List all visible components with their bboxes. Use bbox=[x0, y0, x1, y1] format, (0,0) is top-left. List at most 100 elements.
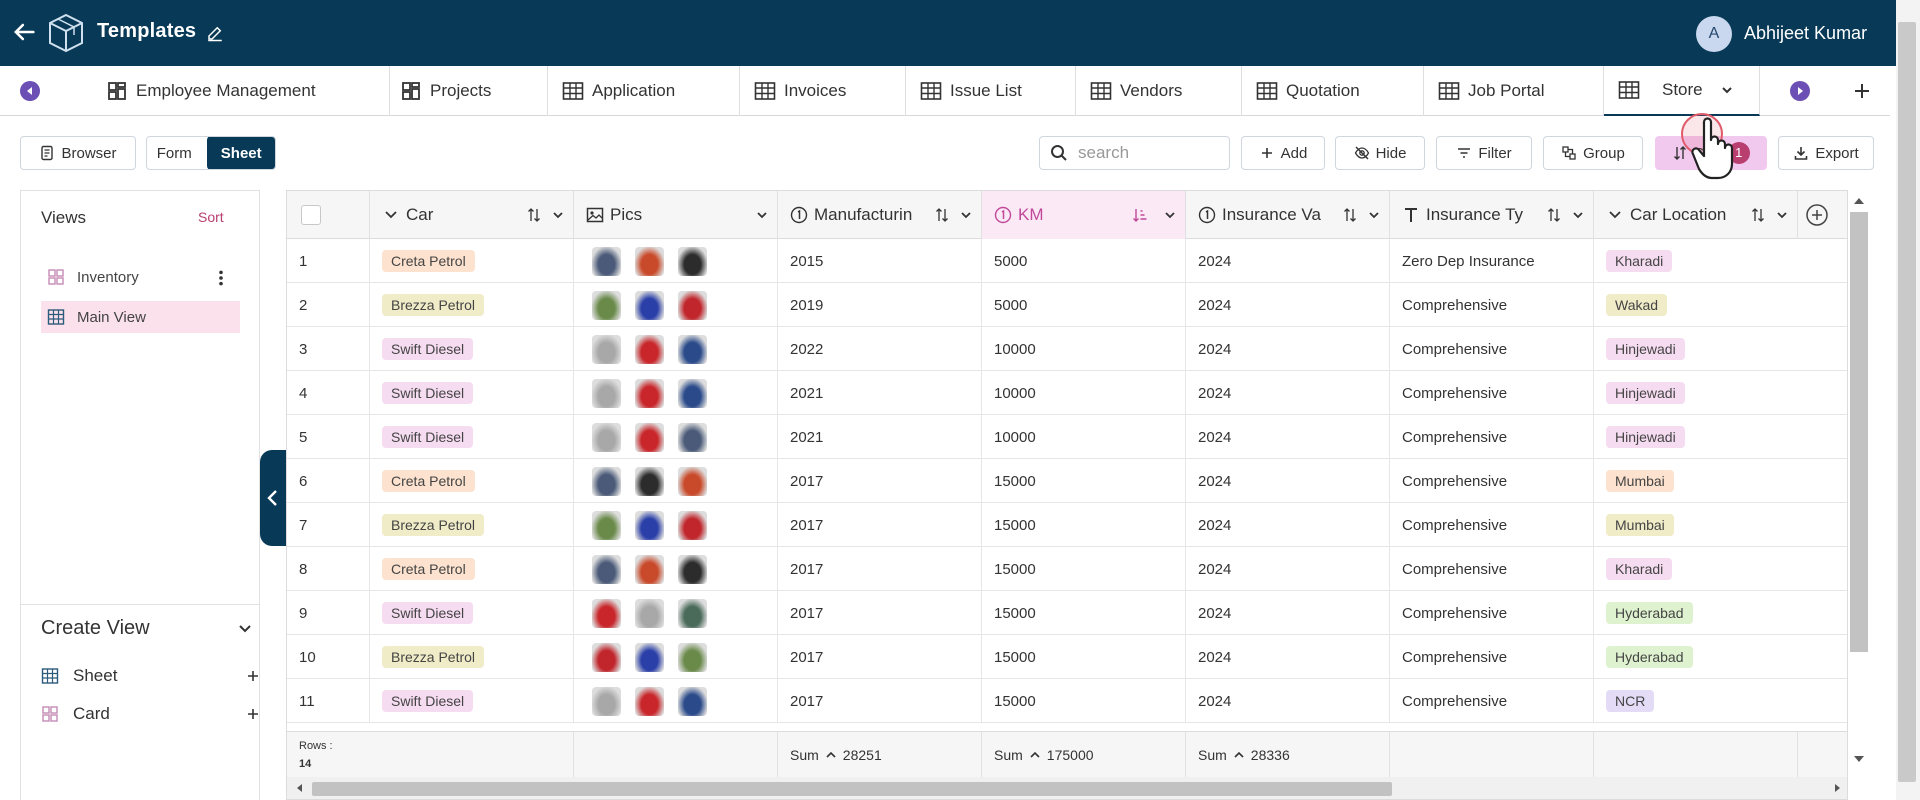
manufacturing-cell[interactable]: 2017 bbox=[778, 503, 982, 547]
tab-projects[interactable]: Projects bbox=[390, 66, 548, 116]
tab-employee-management[interactable]: Employee Management bbox=[96, 66, 390, 116]
km-cell[interactable]: 10000 bbox=[982, 371, 1186, 415]
vertical-scroll-thumb[interactable] bbox=[1850, 212, 1868, 652]
car-cell[interactable]: Creta Petrol bbox=[370, 459, 574, 503]
car-thumbnail[interactable] bbox=[635, 246, 664, 276]
pics-cell[interactable] bbox=[574, 547, 778, 591]
car-thumbnail[interactable] bbox=[678, 290, 707, 320]
tab-vendors[interactable]: Vendors bbox=[1076, 66, 1242, 116]
km-cell[interactable]: 15000 bbox=[982, 459, 1186, 503]
footer-mfg-sum[interactable]: Sum 28251 bbox=[778, 732, 982, 778]
km-cell[interactable]: 15000 bbox=[982, 679, 1186, 723]
insurance-type-cell[interactable]: Comprehensive bbox=[1390, 371, 1594, 415]
chevron-down-icon[interactable] bbox=[1776, 209, 1788, 221]
insurance-type-cell[interactable]: Comprehensive bbox=[1390, 679, 1594, 723]
arrow-right-icon[interactable] bbox=[1832, 783, 1842, 793]
column-header-insurance-type[interactable]: Insurance Ty bbox=[1390, 191, 1594, 239]
car-thumbnail[interactable] bbox=[678, 510, 707, 540]
car-location-cell[interactable]: Kharadi bbox=[1594, 547, 1847, 591]
pics-cell[interactable] bbox=[574, 635, 778, 679]
arrow-left-icon[interactable] bbox=[295, 783, 305, 793]
export-button[interactable]: Export bbox=[1778, 136, 1874, 170]
car-thumbnail[interactable] bbox=[592, 290, 621, 320]
insurance-value-cell[interactable]: 2024 bbox=[1186, 503, 1390, 547]
row-number-cell[interactable]: 6 bbox=[287, 459, 370, 503]
row-number-cell[interactable]: 9 bbox=[287, 591, 370, 635]
sort-icon[interactable] bbox=[1546, 207, 1562, 223]
table-row[interactable]: 2 Brezza Petrol 2019 5000 2024 Comprehensive W… bbox=[287, 283, 1847, 327]
car-thumbnail[interactable] bbox=[678, 422, 707, 452]
car-cell[interactable]: Brezza Petrol bbox=[370, 283, 574, 327]
table-row[interactable]: 10 Brezza Petrol 2017 15000 2024 Comprehensiv… bbox=[287, 635, 1847, 679]
car-thumbnail[interactable] bbox=[635, 598, 664, 628]
car-thumbnail[interactable] bbox=[592, 642, 621, 672]
car-cell[interactable]: Creta Petrol bbox=[370, 239, 574, 283]
insurance-type-cell[interactable]: Zero Dep Insurance bbox=[1390, 239, 1594, 283]
app-logo-icon[interactable] bbox=[46, 12, 86, 54]
car-cell[interactable]: Swift Diesel bbox=[370, 591, 574, 635]
car-cell[interactable]: Swift Diesel bbox=[370, 679, 574, 723]
row-number-cell[interactable]: 1 bbox=[287, 239, 370, 283]
car-cell[interactable]: Swift Diesel bbox=[370, 415, 574, 459]
sort-button[interactable]: Sort 1 bbox=[1655, 136, 1767, 170]
row-number-cell[interactable]: 2 bbox=[287, 283, 370, 327]
car-location-cell[interactable]: Hinjewadi bbox=[1594, 415, 1847, 459]
car-cell[interactable]: Creta Petrol bbox=[370, 547, 574, 591]
row-number-cell[interactable]: 5 bbox=[287, 415, 370, 459]
select-all-checkbox[interactable] bbox=[301, 205, 321, 225]
tab-store[interactable]: Store bbox=[1604, 66, 1760, 116]
row-number-cell[interactable]: 7 bbox=[287, 503, 370, 547]
view-item-main-view[interactable]: Main View bbox=[41, 301, 240, 333]
chevron-down-icon[interactable] bbox=[756, 209, 768, 221]
car-thumbnail[interactable] bbox=[678, 642, 707, 672]
plus-icon[interactable] bbox=[246, 707, 260, 721]
add-button[interactable]: Add bbox=[1241, 136, 1325, 170]
kebab-menu-icon[interactable] bbox=[212, 269, 230, 287]
insurance-value-cell[interactable]: 2024 bbox=[1186, 459, 1390, 503]
arrow-up-icon[interactable] bbox=[1853, 196, 1865, 206]
car-thumbnail[interactable] bbox=[635, 334, 664, 364]
car-cell[interactable]: Swift Diesel bbox=[370, 327, 574, 371]
km-cell[interactable]: 5000 bbox=[982, 283, 1186, 327]
row-number-cell[interactable]: 4 bbox=[287, 371, 370, 415]
car-thumbnail[interactable] bbox=[635, 642, 664, 672]
table-row[interactable]: 9 Swift Diesel 2017 15000 2024 Comprehensive H… bbox=[287, 591, 1847, 635]
insurance-value-cell[interactable]: 2024 bbox=[1186, 239, 1390, 283]
insurance-type-cell[interactable]: Comprehensive bbox=[1390, 635, 1594, 679]
table-row[interactable]: 3 Swift Diesel 2022 10000 2024 Comprehensive H… bbox=[287, 327, 1847, 371]
car-thumbnail[interactable] bbox=[635, 378, 664, 408]
car-location-cell[interactable]: Hyderabad bbox=[1594, 635, 1847, 679]
tab-quotation[interactable]: Quotation bbox=[1242, 66, 1424, 116]
car-thumbnail[interactable] bbox=[592, 598, 621, 628]
column-header-car-location[interactable]: Car Location bbox=[1594, 191, 1798, 239]
search-input[interactable]: search bbox=[1039, 136, 1230, 170]
views-sort-link[interactable]: Sort bbox=[198, 209, 224, 225]
car-thumbnail[interactable] bbox=[592, 466, 621, 496]
column-header-insurance-value[interactable]: Insurance Va bbox=[1186, 191, 1390, 239]
manufacturing-cell[interactable]: 2015 bbox=[778, 239, 982, 283]
row-number-cell[interactable]: 10 bbox=[287, 635, 370, 679]
add-tab-icon[interactable] bbox=[1852, 81, 1872, 101]
car-thumbnail[interactable] bbox=[592, 686, 621, 716]
manufacturing-cell[interactable]: 2017 bbox=[778, 635, 982, 679]
km-cell[interactable]: 15000 bbox=[982, 591, 1186, 635]
insurance-value-cell[interactable]: 2024 bbox=[1186, 415, 1390, 459]
chevron-down-icon[interactable] bbox=[1721, 84, 1733, 96]
manufacturing-cell[interactable]: 2022 bbox=[778, 327, 982, 371]
insurance-type-cell[interactable]: Comprehensive bbox=[1390, 503, 1594, 547]
manufacturing-cell[interactable]: 2017 bbox=[778, 547, 982, 591]
insurance-value-cell[interactable]: 2024 bbox=[1186, 327, 1390, 371]
user-name[interactable]: Abhijeet Kumar bbox=[1744, 23, 1867, 44]
sort-icon[interactable] bbox=[526, 207, 542, 223]
insurance-type-cell[interactable]: Comprehensive bbox=[1390, 283, 1594, 327]
insurance-type-cell[interactable]: Comprehensive bbox=[1390, 591, 1594, 635]
car-location-cell[interactable]: Wakad bbox=[1594, 283, 1847, 327]
row-number-cell[interactable]: 8 bbox=[287, 547, 370, 591]
manufacturing-cell[interactable]: 2021 bbox=[778, 415, 982, 459]
row-number-cell[interactable]: 3 bbox=[287, 327, 370, 371]
pics-cell[interactable] bbox=[574, 371, 778, 415]
column-header-pics[interactable]: Pics bbox=[574, 191, 778, 239]
car-cell[interactable]: Swift Diesel bbox=[370, 371, 574, 415]
insurance-type-cell[interactable]: Comprehensive bbox=[1390, 327, 1594, 371]
column-header-car[interactable]: Car bbox=[370, 191, 574, 239]
